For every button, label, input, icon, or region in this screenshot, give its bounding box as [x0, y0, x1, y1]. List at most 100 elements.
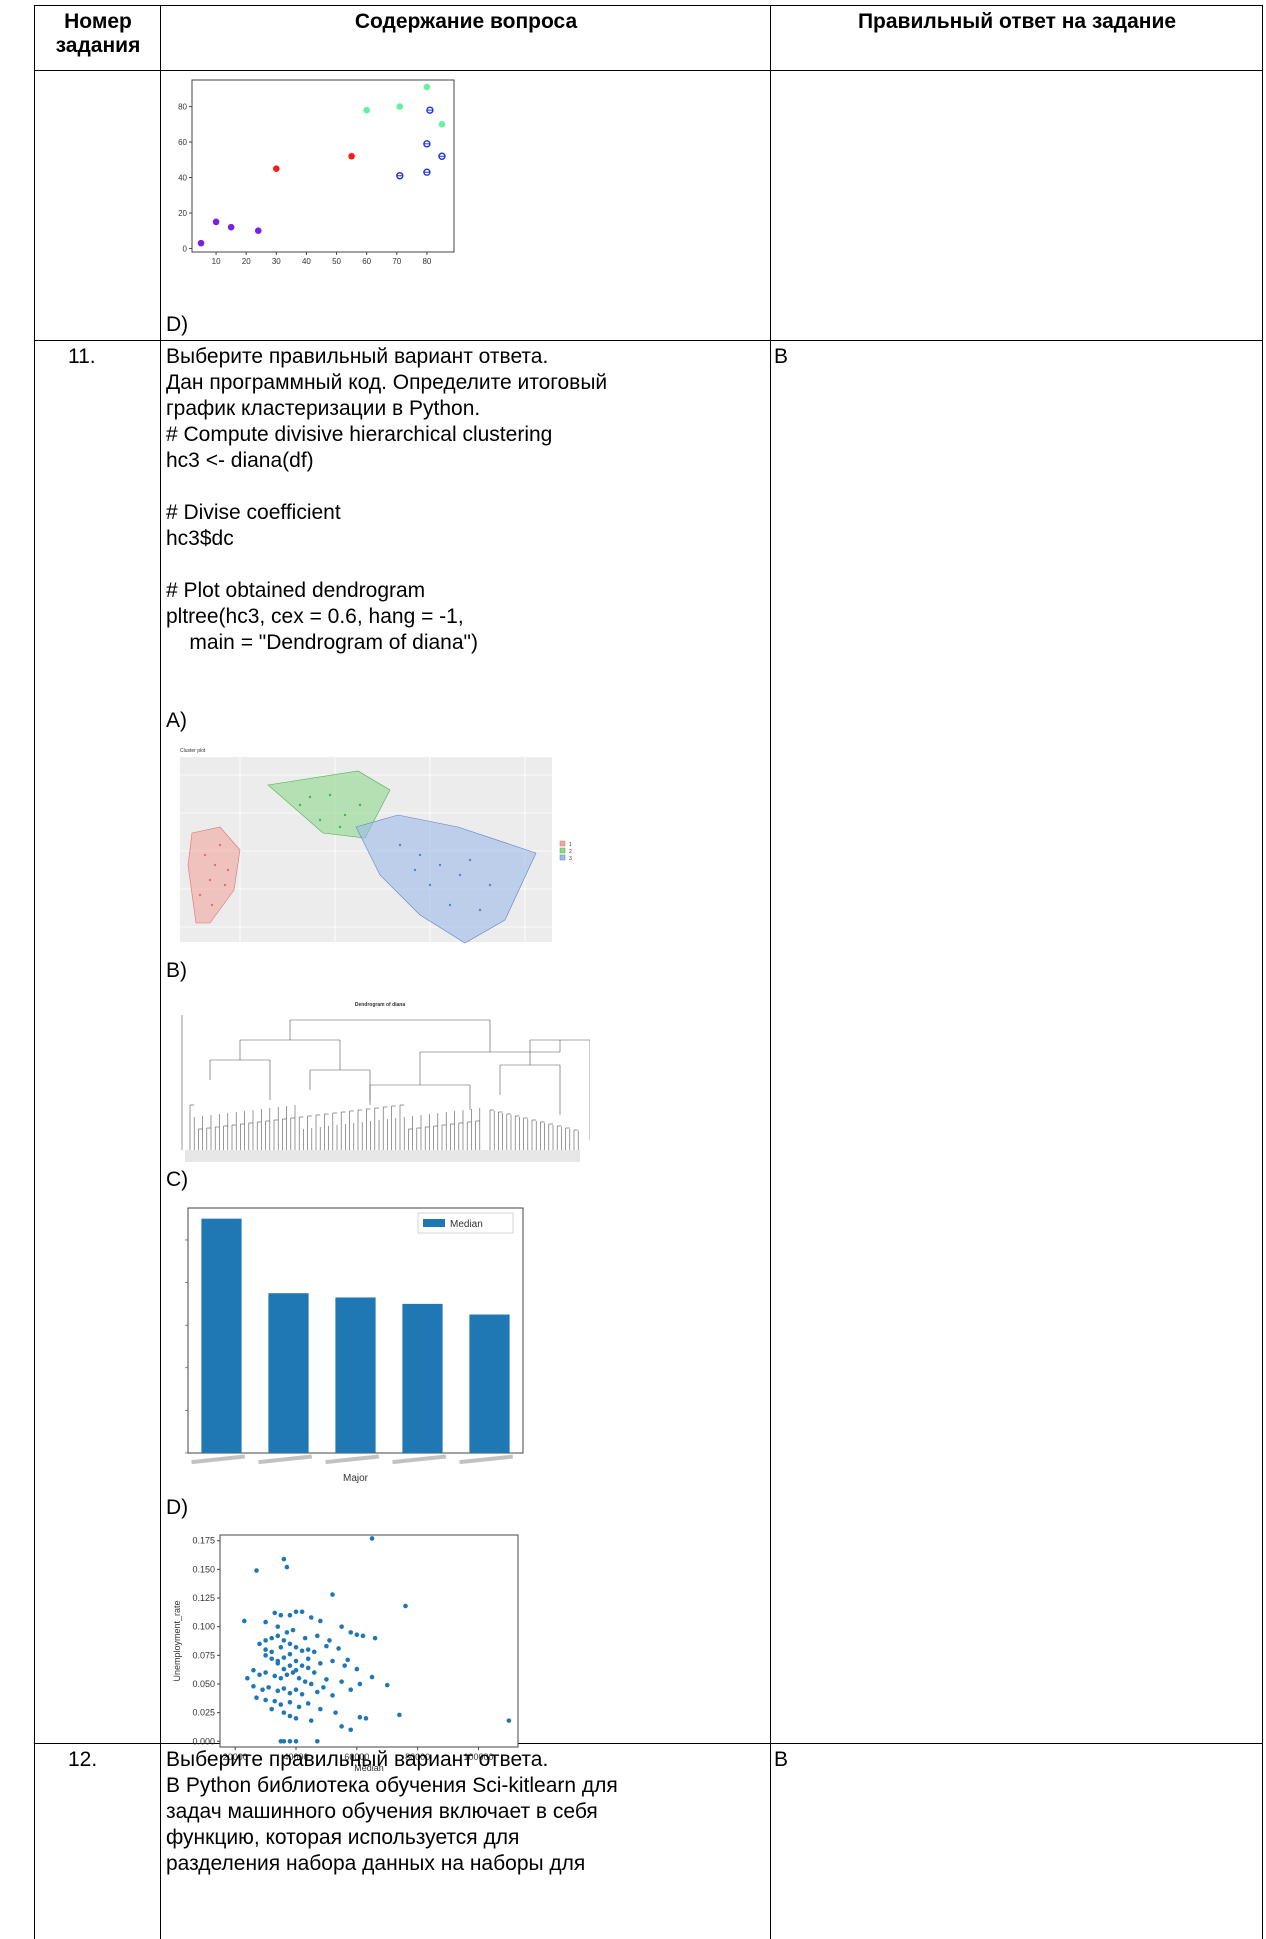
y-tick-label: 80 — [178, 103, 187, 112]
data-point — [287, 1700, 293, 1705]
data-point — [296, 1675, 302, 1681]
header-question: Содержание вопроса — [354, 10, 578, 33]
data-point — [448, 903, 452, 907]
question-11-line: # Divise coefficient — [166, 501, 341, 524]
bar — [201, 1218, 242, 1453]
data-point — [308, 1681, 314, 1687]
data-point — [413, 868, 417, 872]
question-11-line: Выберите правильный вариант ответа. — [166, 345, 549, 368]
data-point — [197, 239, 205, 247]
question-11-line: Дан программный код. Определите итоговый — [166, 371, 608, 394]
data-point — [278, 1645, 284, 1650]
y-tick-label: 0.025 — [192, 1708, 215, 1718]
data-point — [263, 1619, 268, 1625]
data-point — [327, 1638, 332, 1643]
y-tick-label: 0.050 — [192, 1679, 215, 1689]
column-divider-2 — [770, 5, 771, 1939]
leaf-labels — [185, 1150, 580, 1162]
data-point — [278, 1612, 284, 1618]
data-point — [438, 863, 442, 867]
data-point — [263, 1697, 268, 1703]
x-tick-label: 10 — [212, 257, 221, 266]
legend-key — [559, 847, 566, 854]
header-divider — [34, 70, 1263, 71]
x-tick-label — [392, 1454, 447, 1465]
data-point — [245, 1675, 250, 1681]
data-point — [226, 868, 230, 872]
chart-title: Dendrogram of diana — [355, 1002, 406, 1008]
task-number-12: 12. — [68, 1748, 98, 1771]
data-point — [330, 1592, 335, 1597]
data-point — [281, 1686, 287, 1691]
data-point — [254, 227, 262, 235]
data-point — [242, 1618, 247, 1624]
data-point — [269, 1649, 274, 1655]
data-point — [305, 1701, 311, 1706]
question-12-text: Выберите правильный вариант ответа. В Pyt… — [166, 1747, 618, 1877]
data-point — [423, 83, 431, 91]
data-point — [311, 1649, 317, 1655]
unemployment-scatter-chart: 20000 40000 60000 80000 1000000.0000.0250.05… — [172, 1534, 519, 1773]
data-point — [354, 1632, 360, 1637]
data-point — [272, 1673, 278, 1679]
data-point — [398, 843, 402, 847]
data-point — [315, 1689, 320, 1695]
data-point — [263, 1638, 268, 1643]
data-point — [302, 1679, 308, 1684]
x-tick-label: 40 — [302, 257, 311, 266]
data-point — [287, 1713, 293, 1719]
data-point — [330, 1658, 335, 1664]
data-point — [281, 1710, 287, 1715]
data-point — [287, 1651, 293, 1657]
data-point — [363, 1716, 369, 1721]
data-point — [318, 1661, 323, 1666]
legend-key — [559, 854, 566, 861]
legend-key — [559, 840, 566, 847]
data-point — [269, 1635, 274, 1641]
data-point — [369, 1674, 375, 1680]
data-point — [293, 1667, 299, 1673]
data-point — [281, 1556, 287, 1562]
table-border-top — [34, 5, 1263, 6]
data-point — [357, 1714, 363, 1720]
bar — [268, 1293, 309, 1453]
data-point — [284, 1564, 290, 1570]
data-point — [263, 1647, 268, 1652]
data-point — [293, 1658, 299, 1664]
data-point — [328, 793, 332, 797]
cluster-scatter-chart: 10 20 30 40 50 60 70 80 0 20 40 60 80 — [178, 79, 455, 266]
data-point — [299, 1691, 305, 1697]
header-answer: Правильный ответ на задание — [857, 10, 1177, 33]
answer-11: B — [774, 345, 789, 368]
x-tick-label — [459, 1454, 514, 1465]
data-point — [287, 1738, 293, 1744]
data-point — [227, 223, 235, 231]
option-c-label: C) — [166, 1168, 189, 1191]
x-tick-label — [325, 1454, 380, 1465]
data-point — [403, 1603, 408, 1609]
data-point — [251, 1683, 256, 1689]
data-point — [333, 1710, 338, 1715]
question-11-line: # Compute divisive hierarchical clusteri… — [166, 423, 553, 446]
data-point — [342, 1663, 347, 1668]
data-point — [223, 883, 227, 887]
bar — [402, 1303, 443, 1453]
data-point — [293, 1645, 299, 1650]
data-point — [272, 1610, 278, 1616]
data-point — [213, 863, 217, 867]
x-tick-label: 30 — [272, 257, 281, 266]
data-point — [324, 1677, 329, 1682]
data-point — [343, 813, 347, 817]
x-tick-label: 60 — [362, 257, 371, 266]
data-point — [458, 873, 462, 877]
data-point — [298, 803, 302, 807]
cluster-polygon-chart: Cluster plot 123 — [180, 748, 572, 944]
data-point — [275, 1633, 281, 1639]
data-point — [305, 1647, 311, 1652]
y-tick-label: 40 — [178, 174, 187, 183]
data-point — [369, 1536, 375, 1541]
data-point — [208, 878, 212, 882]
data-point — [299, 1648, 305, 1654]
legend-label: 2 — [569, 849, 572, 855]
question-12-line: В Python библиотека обучения Sci-kitlear… — [166, 1774, 618, 1797]
